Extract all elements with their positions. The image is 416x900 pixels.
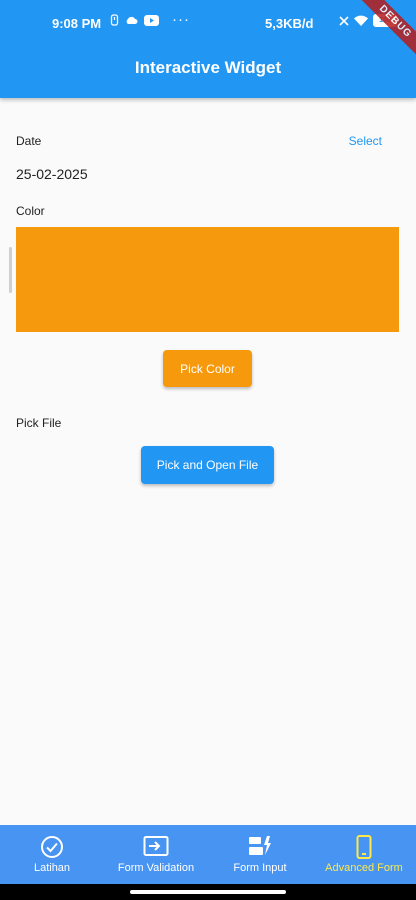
nav-item-latihan[interactable]: Latihan [0,825,104,884]
network-speed: 5,3KB/d [265,16,314,31]
nav-label: Advanced Form [325,862,403,874]
select-date-button[interactable]: Select [349,134,382,148]
nav-label: Form Input [233,862,287,874]
nav-label: Latihan [33,862,71,874]
date-label: Date [16,134,42,148]
more-notifications-icon: ··· [172,11,190,28]
wifi-icon [354,15,368,26]
nav-item-form-validation[interactable]: Form Validation [104,825,208,884]
date-value: 25-02-2025 [16,166,88,182]
gesture-handle[interactable] [130,890,286,894]
nav-item-form-input[interactable]: Form Input [208,825,312,884]
app-bar: 9:08 PM ··· 5,3KB/d 100 DEBUG Interactiv… [0,0,416,98]
color-preview [16,227,399,332]
youtube-icon [144,14,159,26]
input-icon [143,836,169,856]
color-label: Color [16,204,45,218]
pick-color-button[interactable]: Pick Color [163,350,252,387]
dynamic-form-icon [249,836,271,855]
nav-label: Form Validation [117,862,195,874]
bottom-navigation: Latihan Form Validation Form Input Advan… [0,825,416,884]
scroll-indicator [9,247,12,293]
pick-and-open-file-button[interactable]: Pick and Open File [141,446,274,484]
nav-item-advanced-form[interactable]: Advanced Form [312,825,416,884]
status-bar: 9:08 PM ··· 5,3KB/d 100 [0,0,416,40]
status-time: 9:08 PM [52,16,102,31]
usb-icon [110,14,119,26]
cloud-icon [126,16,138,24]
check-circle-icon [41,836,63,858]
sim-x-icon [339,15,349,26]
page-title: Interactive Widget [134,58,282,77]
phone-icon [356,835,372,859]
pick-file-label: Pick File [16,416,62,430]
